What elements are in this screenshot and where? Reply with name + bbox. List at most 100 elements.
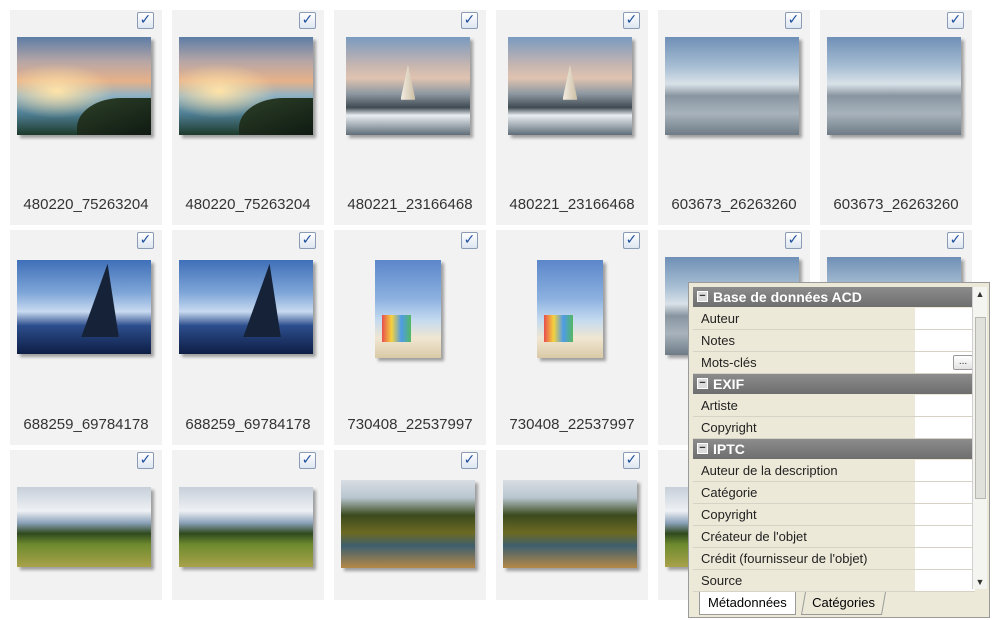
- thumbnail-item[interactable]: ✓: [334, 450, 486, 600]
- section-title: Base de données ACD: [713, 289, 862, 305]
- photo-thumbnail[interactable]: [341, 480, 475, 568]
- property-row: Crédit (fournisseur de l'objet): [693, 548, 975, 570]
- property-value-field[interactable]: [915, 548, 975, 569]
- property-label: Auteur de la description: [693, 460, 913, 481]
- select-checkbox[interactable]: ✓: [137, 12, 154, 29]
- property-label: Notes: [693, 330, 913, 351]
- property-row: Mots-clés...: [693, 352, 975, 374]
- property-row: Copyright: [693, 417, 975, 439]
- property-value-field[interactable]: [915, 482, 975, 503]
- scroll-down-icon[interactable]: ▼: [973, 575, 987, 589]
- section-title: EXIF: [713, 376, 745, 392]
- select-checkbox[interactable]: ✓: [137, 232, 154, 249]
- section-header[interactable]: − IPTC: [693, 439, 975, 459]
- tab-metadonnees[interactable]: Métadonnées: [699, 592, 796, 615]
- scroll-up-icon[interactable]: ▲: [973, 287, 987, 301]
- metadata-rows: − Base de données ACD Auteur Notes Mots-clés…: [693, 287, 975, 592]
- thumbnail-item[interactable]: ✓ 730408_22537997: [496, 230, 648, 445]
- tab-categories-label: Catégories: [812, 595, 875, 610]
- photo-thumbnail[interactable]: [17, 260, 151, 354]
- thumbnail-item[interactable]: ✓ 688259_69784178: [10, 230, 162, 445]
- thumbnail-caption: 480220_75263204: [185, 196, 311, 213]
- section-title: IPTC: [713, 441, 745, 457]
- property-row: Auteur: [693, 308, 975, 330]
- photo-thumbnail[interactable]: [503, 480, 637, 568]
- thumbnail-item[interactable]: ✓ 603673_26263260: [820, 10, 972, 225]
- photo-thumbnail[interactable]: [346, 37, 470, 135]
- photo-thumbnail[interactable]: [537, 260, 603, 358]
- photo-thumbnail[interactable]: [665, 37, 799, 135]
- property-label: Crédit (fournisseur de l'objet): [693, 548, 913, 569]
- select-checkbox[interactable]: ✓: [785, 232, 802, 249]
- property-value-field[interactable]: [915, 504, 975, 525]
- photo-thumbnail[interactable]: [827, 37, 961, 135]
- photo-thumbnail[interactable]: [375, 260, 441, 358]
- select-checkbox[interactable]: ✓: [461, 452, 478, 469]
- thumbnail-item[interactable]: ✓: [10, 450, 162, 600]
- property-label: Copyright: [693, 504, 913, 525]
- photo-thumbnail[interactable]: [179, 487, 313, 567]
- select-checkbox[interactable]: ✓: [623, 232, 640, 249]
- thumbnail-item[interactable]: ✓ 480220_75263204: [172, 10, 324, 225]
- thumbnail-item[interactable]: ✓: [172, 450, 324, 600]
- photo-thumbnail[interactable]: [179, 37, 313, 135]
- property-value-field[interactable]: ...: [915, 352, 975, 373]
- panel-tabs: Métadonnées Catégories: [691, 591, 987, 615]
- select-checkbox[interactable]: ✓: [947, 232, 964, 249]
- thumbnail-item[interactable]: ✓ 480220_75263204: [10, 10, 162, 225]
- collapse-icon[interactable]: −: [697, 378, 708, 389]
- scroll-thumb[interactable]: [975, 317, 986, 499]
- property-row: Artiste: [693, 395, 975, 417]
- ellipsis-button[interactable]: ...: [953, 355, 973, 370]
- select-checkbox[interactable]: ✓: [461, 12, 478, 29]
- thumbnail-item[interactable]: ✓ 603673_26263260: [658, 10, 810, 225]
- thumbnail-caption: 480220_75263204: [23, 196, 149, 213]
- thumbnail-item[interactable]: ✓ 730408_22537997: [334, 230, 486, 445]
- thumbnail-caption: 730408_22537997: [509, 416, 635, 433]
- thumbnail-item[interactable]: ✓ 480221_23166468: [334, 10, 486, 225]
- panel-scrollbar[interactable]: ▲ ▼: [972, 287, 987, 589]
- photo-thumbnail[interactable]: [508, 37, 632, 135]
- thumbnail-caption: 603673_26263260: [671, 196, 797, 213]
- thumbnail-caption: 480221_23166468: [509, 196, 635, 213]
- property-row: Copyright: [693, 504, 975, 526]
- select-checkbox[interactable]: ✓: [461, 232, 478, 249]
- select-checkbox[interactable]: ✓: [299, 232, 316, 249]
- property-label: Source: [693, 570, 913, 591]
- property-label: Mots-clés: [693, 352, 913, 373]
- thumbnail-caption: 480221_23166468: [347, 196, 473, 213]
- tab-categories[interactable]: Catégories: [800, 592, 886, 615]
- property-value-field[interactable]: [915, 570, 975, 591]
- thumbnail-caption: 688259_69784178: [185, 416, 311, 433]
- property-value-field[interactable]: [915, 395, 975, 416]
- thumbnail-item[interactable]: ✓ 480221_23166468: [496, 10, 648, 225]
- thumbnail-item[interactable]: ✓ 688259_69784178: [172, 230, 324, 445]
- select-checkbox[interactable]: ✓: [623, 12, 640, 29]
- select-checkbox[interactable]: ✓: [947, 12, 964, 29]
- thumbnail-caption: 730408_22537997: [347, 416, 473, 433]
- select-checkbox[interactable]: ✓: [785, 12, 802, 29]
- thumbnail-item[interactable]: ✓: [496, 450, 648, 600]
- select-checkbox[interactable]: ✓: [299, 452, 316, 469]
- property-value-field[interactable]: [915, 526, 975, 547]
- property-row: Source: [693, 570, 975, 592]
- property-label: Copyright: [693, 417, 913, 438]
- collapse-icon[interactable]: −: [697, 443, 708, 454]
- collapse-icon[interactable]: −: [697, 291, 708, 302]
- select-checkbox[interactable]: ✓: [137, 452, 154, 469]
- select-checkbox[interactable]: ✓: [623, 452, 640, 469]
- property-row: Auteur de la description: [693, 460, 975, 482]
- photo-thumbnail[interactable]: [179, 260, 313, 354]
- properties-panel: − Base de données ACD Auteur Notes Mots-clés…: [688, 282, 990, 618]
- property-label: Créateur de l'objet: [693, 526, 913, 547]
- select-checkbox[interactable]: ✓: [299, 12, 316, 29]
- property-value-field[interactable]: [915, 330, 975, 351]
- photo-thumbnail[interactable]: [17, 37, 151, 135]
- property-row: Catégorie: [693, 482, 975, 504]
- property-value-field[interactable]: [915, 460, 975, 481]
- section-header[interactable]: − EXIF: [693, 374, 975, 394]
- property-value-field[interactable]: [915, 417, 975, 438]
- photo-thumbnail[interactable]: [17, 487, 151, 567]
- property-value-field[interactable]: [915, 308, 975, 329]
- section-header[interactable]: − Base de données ACD: [693, 287, 975, 307]
